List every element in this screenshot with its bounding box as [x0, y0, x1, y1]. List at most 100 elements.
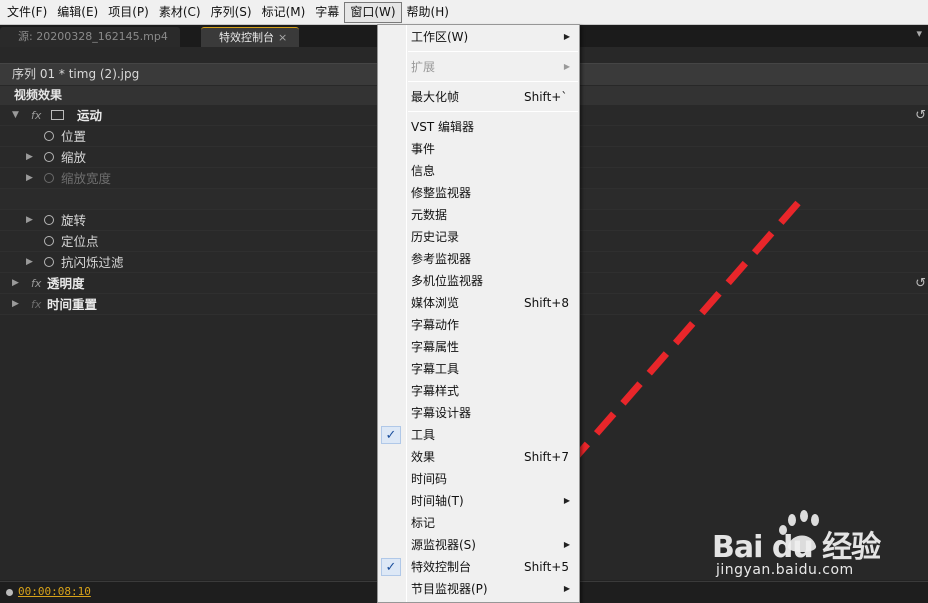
close-tab-icon[interactable]: ×: [278, 31, 287, 44]
window-menu-item-label: 参考监视器: [411, 252, 472, 266]
window-menu-item[interactable]: 工作区(W) ▶: [378, 26, 579, 48]
shortcut-label: Shift+`: [524, 90, 568, 104]
window-menu-item[interactable]: 媒体浏览 Shift+8: [378, 292, 579, 314]
watermark-text: Bai du 经验: [712, 530, 881, 565]
window-menu-item[interactable]: 时间轴(T) ▶: [378, 490, 579, 512]
menu-item[interactable]: 文件(F): [2, 2, 52, 23]
window-menu-item[interactable]: VST 编辑器: [378, 116, 579, 138]
menu-separator: [408, 81, 578, 82]
menu-separator: [408, 111, 578, 112]
window-menu-item[interactable]: 字幕工具: [378, 358, 579, 380]
menu-item[interactable]: 编辑(E): [52, 2, 103, 23]
window-menu-item[interactable]: 多机位监视器: [378, 270, 579, 292]
shortcut-label: Shift+7: [524, 450, 569, 464]
window-menu-item[interactable]: 修整监视器: [378, 182, 579, 204]
window-menu-item[interactable]: ✓ 工具: [378, 424, 579, 446]
menu-item[interactable]: 素材(C): [154, 2, 206, 23]
effect-label: 定位点: [61, 234, 99, 249]
window-menu-item-label: 历史记录: [411, 230, 460, 244]
window-menu-item[interactable]: 参考监视器: [378, 248, 579, 270]
window-menu-item-label: 字幕工具: [411, 362, 460, 376]
window-menu-item[interactable]: 效果 Shift+7: [378, 446, 579, 468]
window-menu-item-label: 源监视器(S): [411, 538, 476, 552]
window-menu-item[interactable]: 字幕设计器: [378, 402, 579, 424]
window-menu-item[interactable]: 历史记录: [378, 226, 579, 248]
twirl-closed-icon[interactable]: ▶: [26, 147, 38, 168]
window-menu-item[interactable]: 节目监视器(P) ▶: [378, 578, 579, 600]
twirl-closed-icon[interactable]: ▶: [26, 168, 38, 189]
window-menu-item-label: 标记: [411, 516, 436, 530]
window-menu-item-label: 时间轴(T): [411, 494, 464, 508]
submenu-arrow-icon: ▶: [563, 62, 570, 71]
window-menu-item-label: 字幕属性: [411, 340, 460, 354]
window-menu-item[interactable]: 字幕属性: [378, 336, 579, 358]
window-menu-item[interactable]: 事件: [378, 138, 579, 160]
window-menu-item[interactable]: 字幕动作: [378, 314, 579, 336]
window-menu-item[interactable]: 时间码: [378, 468, 579, 490]
panel-tab[interactable]: 源: 20200328_162145.mp4: [0, 27, 180, 47]
window-menu-item-label: 扩展: [411, 60, 436, 74]
window-menu-item-label: 效果: [411, 450, 436, 464]
reset-icon[interactable]: ↺: [915, 105, 926, 126]
stopwatch-icon[interactable]: [44, 236, 54, 246]
window-menu-item-label: 最大化帧: [411, 90, 460, 104]
menu-item[interactable]: 窗口(W): [344, 1, 402, 23]
transform-box-icon[interactable]: [51, 110, 64, 120]
menu-separator: [408, 51, 578, 52]
effect-label: 缩放: [61, 150, 87, 165]
panel-tab[interactable]: 特效控制台 ×: [201, 27, 300, 47]
twirl-closed-icon[interactable]: ▶: [12, 294, 24, 315]
window-menu-item: 扩展 ▶: [378, 56, 579, 78]
window-menu-item[interactable]: 最大化帧 Shift+`: [378, 86, 579, 108]
submenu-arrow-icon: ▶: [563, 496, 570, 505]
watermark-url: jingyan.baidu.com: [716, 562, 854, 578]
effect-label: 缩放宽度: [61, 171, 112, 186]
stopwatch-icon[interactable]: [44, 257, 54, 267]
window-menu-item[interactable]: 标记: [378, 512, 579, 534]
window-menu-item-label: 媒体浏览: [411, 296, 460, 310]
panel-menu-icon[interactable]: ▾: [916, 27, 922, 40]
stopwatch-icon[interactable]: [44, 131, 54, 141]
timecode-display[interactable]: 00:00:08:10: [18, 585, 91, 598]
window-menu-dropdown: 工作区(W) ▶ 扩展 ▶ 最大化帧 Shift+` VST 编辑器 事件信息修整监视器元数据…: [377, 24, 580, 603]
submenu-arrow-icon: ▶: [563, 32, 570, 41]
menu-item[interactable]: 标记(M): [257, 2, 311, 23]
window-menu-item-label: VST 编辑器: [411, 120, 474, 134]
fx-toggle-icon[interactable]: fx: [31, 105, 41, 126]
effect-label: 时间重置: [47, 297, 98, 312]
fx-toggle-icon[interactable]: fx: [31, 294, 41, 315]
window-menu-item-label: 字幕设计器: [411, 406, 472, 420]
window-menu-item[interactable]: 源监视器(S) ▶: [378, 534, 579, 556]
window-menu-item-label: 字幕样式: [411, 384, 460, 398]
menu-item[interactable]: 帮助(H): [402, 2, 454, 23]
menu-item[interactable]: 项目(P): [103, 2, 154, 23]
window-menu-item-label: 事件: [411, 142, 436, 156]
twirl-closed-icon[interactable]: ▶: [12, 273, 24, 294]
window-menu-item-label: 元数据: [411, 208, 448, 222]
effect-label: 旋转: [61, 213, 87, 228]
window-menu-item-label: 修整监视器: [411, 186, 472, 200]
twirl-closed-icon[interactable]: ▶: [26, 210, 38, 231]
window-menu-item-label: 节目监视器(P): [411, 582, 488, 596]
window-menu-item[interactable]: 信息: [378, 160, 579, 182]
submenu-arrow-icon: ▶: [563, 540, 570, 549]
shortcut-label: Shift+8: [524, 296, 569, 310]
menu-item[interactable]: 字幕: [310, 2, 344, 23]
window-menu-item-label: 信息: [411, 164, 436, 178]
twirl-closed-icon[interactable]: ▶: [26, 252, 38, 273]
window-menu-item[interactable]: ✓ 特效控制台 Shift+5: [378, 556, 579, 578]
twirl-open-icon[interactable]: ▼: [12, 105, 24, 126]
window-menu-item[interactable]: 字幕样式: [378, 380, 579, 402]
effect-label: 运动: [77, 108, 103, 123]
stopwatch-icon[interactable]: [44, 215, 54, 225]
window-menu-item[interactable]: 元数据: [378, 204, 579, 226]
fx-toggle-icon[interactable]: fx: [31, 273, 41, 294]
window-menu-item-label: 特效控制台: [411, 560, 472, 574]
window-menu-item-label: 字幕动作: [411, 318, 460, 332]
reset-icon[interactable]: ↺: [915, 273, 926, 294]
stopwatch-icon[interactable]: [44, 152, 54, 162]
stopwatch-icon[interactable]: [44, 173, 54, 183]
checkmark-icon: ✓: [381, 558, 401, 576]
menu-item[interactable]: 序列(S): [206, 2, 257, 23]
panel-tab-label: 特效控制台: [219, 31, 274, 44]
